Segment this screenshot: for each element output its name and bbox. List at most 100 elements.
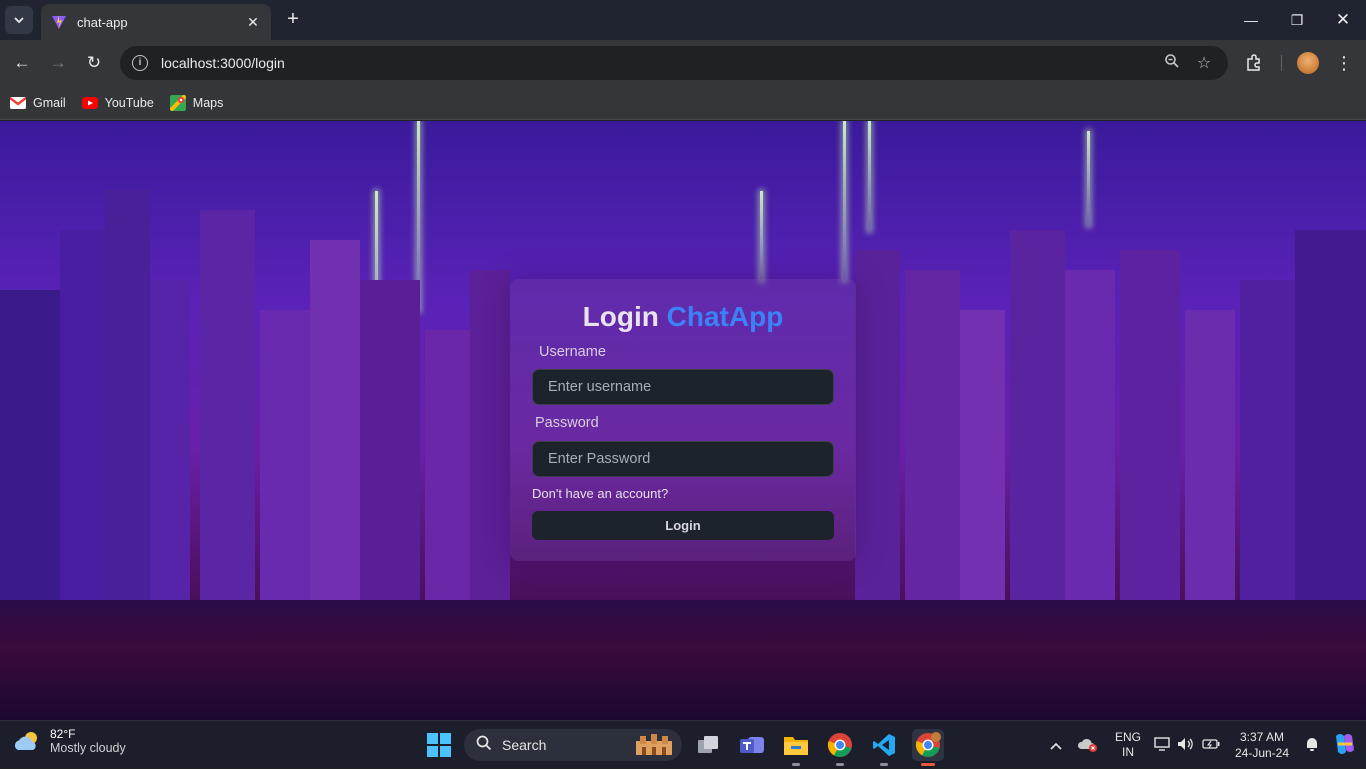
skyline-building [105, 190, 150, 610]
gmail-icon [10, 96, 26, 109]
toolbar-divider [1281, 55, 1282, 71]
browser-tab-active[interactable]: chat-app ✕ [41, 4, 271, 40]
system-tray: ENG IN 3:37 AM 24-Jun-24 [1042, 721, 1366, 769]
username-input[interactable] [532, 369, 834, 405]
address-bar[interactable]: i localhost:3000/login ☆ [120, 46, 1228, 80]
skyline-building [1120, 250, 1180, 610]
folder-icon [784, 737, 808, 755]
start-button[interactable] [423, 729, 455, 761]
windows-taskbar: 82°F Mostly cloudy Search ENG IN 3:37 AM… [0, 720, 1366, 768]
skyline-building [905, 270, 960, 610]
language-code: ENG [1114, 730, 1141, 744]
skyline-building [150, 280, 190, 610]
skyline-building [200, 210, 255, 610]
bookmarks-bar: Gmail YouTube Maps [0, 86, 1366, 120]
bookmark-label: Maps [192, 95, 224, 110]
close-window-icon[interactable]: ✕ [1331, 8, 1355, 32]
zoom-icon[interactable] [1156, 53, 1188, 74]
skyline-building [470, 270, 510, 610]
file-explorer-button[interactable] [780, 729, 812, 766]
new-tab-button[interactable]: + [281, 8, 305, 32]
copilot-icon[interactable] [1324, 732, 1366, 759]
chevron-down-icon [14, 17, 24, 24]
reload-icon[interactable]: ↻ [82, 51, 106, 75]
search-highlight-image-icon [636, 734, 672, 755]
language-indicator[interactable]: ENG IN [1106, 730, 1150, 760]
close-tab-icon[interactable]: ✕ [245, 14, 261, 31]
bookmark-star-icon[interactable]: ☆ [1188, 53, 1220, 73]
search-label: Search [502, 737, 547, 753]
site-info-icon[interactable]: i [132, 55, 148, 71]
chrome-profile-icon [915, 732, 941, 757]
skyline-building [1240, 280, 1295, 610]
notification-bell-icon[interactable] [1300, 736, 1324, 755]
back-arrow-icon[interactable]: ← [10, 51, 34, 75]
show-hidden-icons-chevron-icon[interactable] [1042, 738, 1070, 753]
vite-favicon-icon [52, 15, 66, 29]
skyline-building [1010, 230, 1065, 610]
password-input[interactable] [532, 441, 834, 477]
extensions-icon[interactable] [1242, 51, 1266, 75]
skyline-building [1295, 230, 1366, 610]
bookmark-label: Gmail [33, 95, 66, 110]
skyline-building [360, 280, 420, 610]
signup-link[interactable]: Don't have an account? [532, 486, 668, 501]
login-title: Login ChatApp [510, 301, 856, 333]
teams-icon [740, 737, 764, 753]
bookmark-maps[interactable]: Maps [169, 94, 224, 111]
vscode-icon [873, 734, 895, 756]
bookmark-label: YouTube [104, 95, 154, 110]
task-view-icon [698, 736, 718, 753]
light-beam [868, 121, 871, 231]
login-card: Login ChatApp Username Password Don't ha… [510, 279, 856, 561]
browser-toolbar: ← → ↻ i localhost:3000/login ☆ ⋮ [0, 40, 1366, 86]
light-beam [1087, 131, 1090, 226]
restore-icon[interactable]: ❐ [1285, 8, 1309, 32]
skyline-building [60, 230, 110, 610]
profile-avatar[interactable] [1297, 52, 1319, 74]
skyline-building [310, 240, 360, 610]
onedrive-error-icon[interactable] [1070, 736, 1106, 755]
taskbar-search-box[interactable]: Search [464, 729, 682, 761]
region-code: IN [1122, 745, 1134, 759]
chrome-profile-app-button[interactable] [912, 729, 944, 766]
more-menu-icon[interactable]: ⋮ [1332, 51, 1356, 75]
weather-condition: Mostly cloudy [50, 741, 126, 755]
running-indicator [792, 763, 800, 766]
skyline-building [425, 330, 470, 610]
cloudy-weather-icon [14, 732, 37, 750]
url-text[interactable]: localhost:3000/login [161, 55, 1156, 71]
login-button[interactable]: Login [532, 511, 834, 540]
minimize-icon[interactable]: — [1239, 8, 1263, 32]
skyline-building [260, 310, 310, 610]
bookmark-gmail[interactable]: Gmail [10, 96, 66, 110]
vscode-app-button[interactable] [868, 729, 900, 766]
tab-title: chat-app [77, 14, 128, 30]
login-title-accent: ChatApp [666, 301, 784, 332]
clock-time: 3:37 AM [1239, 730, 1285, 744]
volume-icon[interactable] [1174, 737, 1198, 754]
water-reflection [0, 600, 1366, 720]
tab-search-button[interactable] [5, 6, 33, 34]
forward-arrow-icon[interactable]: → [46, 51, 70, 75]
skyline-building [1185, 310, 1235, 610]
password-label: Password [535, 415, 599, 431]
clock[interactable]: 3:37 AM 24-Jun-24 [1224, 729, 1300, 761]
task-view-button[interactable] [692, 729, 724, 761]
light-beam [760, 191, 763, 281]
browser-tab-strip: chat-app ✕ + — ❐ ✕ [0, 0, 1366, 40]
username-label: Username [539, 344, 606, 360]
network-icon[interactable] [1150, 736, 1174, 754]
maps-icon [169, 94, 186, 111]
search-icon [476, 735, 492, 755]
chrome-app-button[interactable] [824, 729, 856, 766]
running-indicator [880, 763, 888, 766]
chrome-icon [827, 733, 852, 757]
battery-icon[interactable] [1198, 738, 1224, 753]
login-title-main: Login [582, 301, 659, 332]
active-indicator [921, 763, 935, 766]
weather-temperature: 82°F [50, 727, 76, 741]
teams-app-button[interactable] [736, 729, 768, 761]
weather-widget[interactable]: 82°F Mostly cloudy [14, 727, 126, 755]
bookmark-youtube[interactable]: YouTube [81, 95, 154, 110]
